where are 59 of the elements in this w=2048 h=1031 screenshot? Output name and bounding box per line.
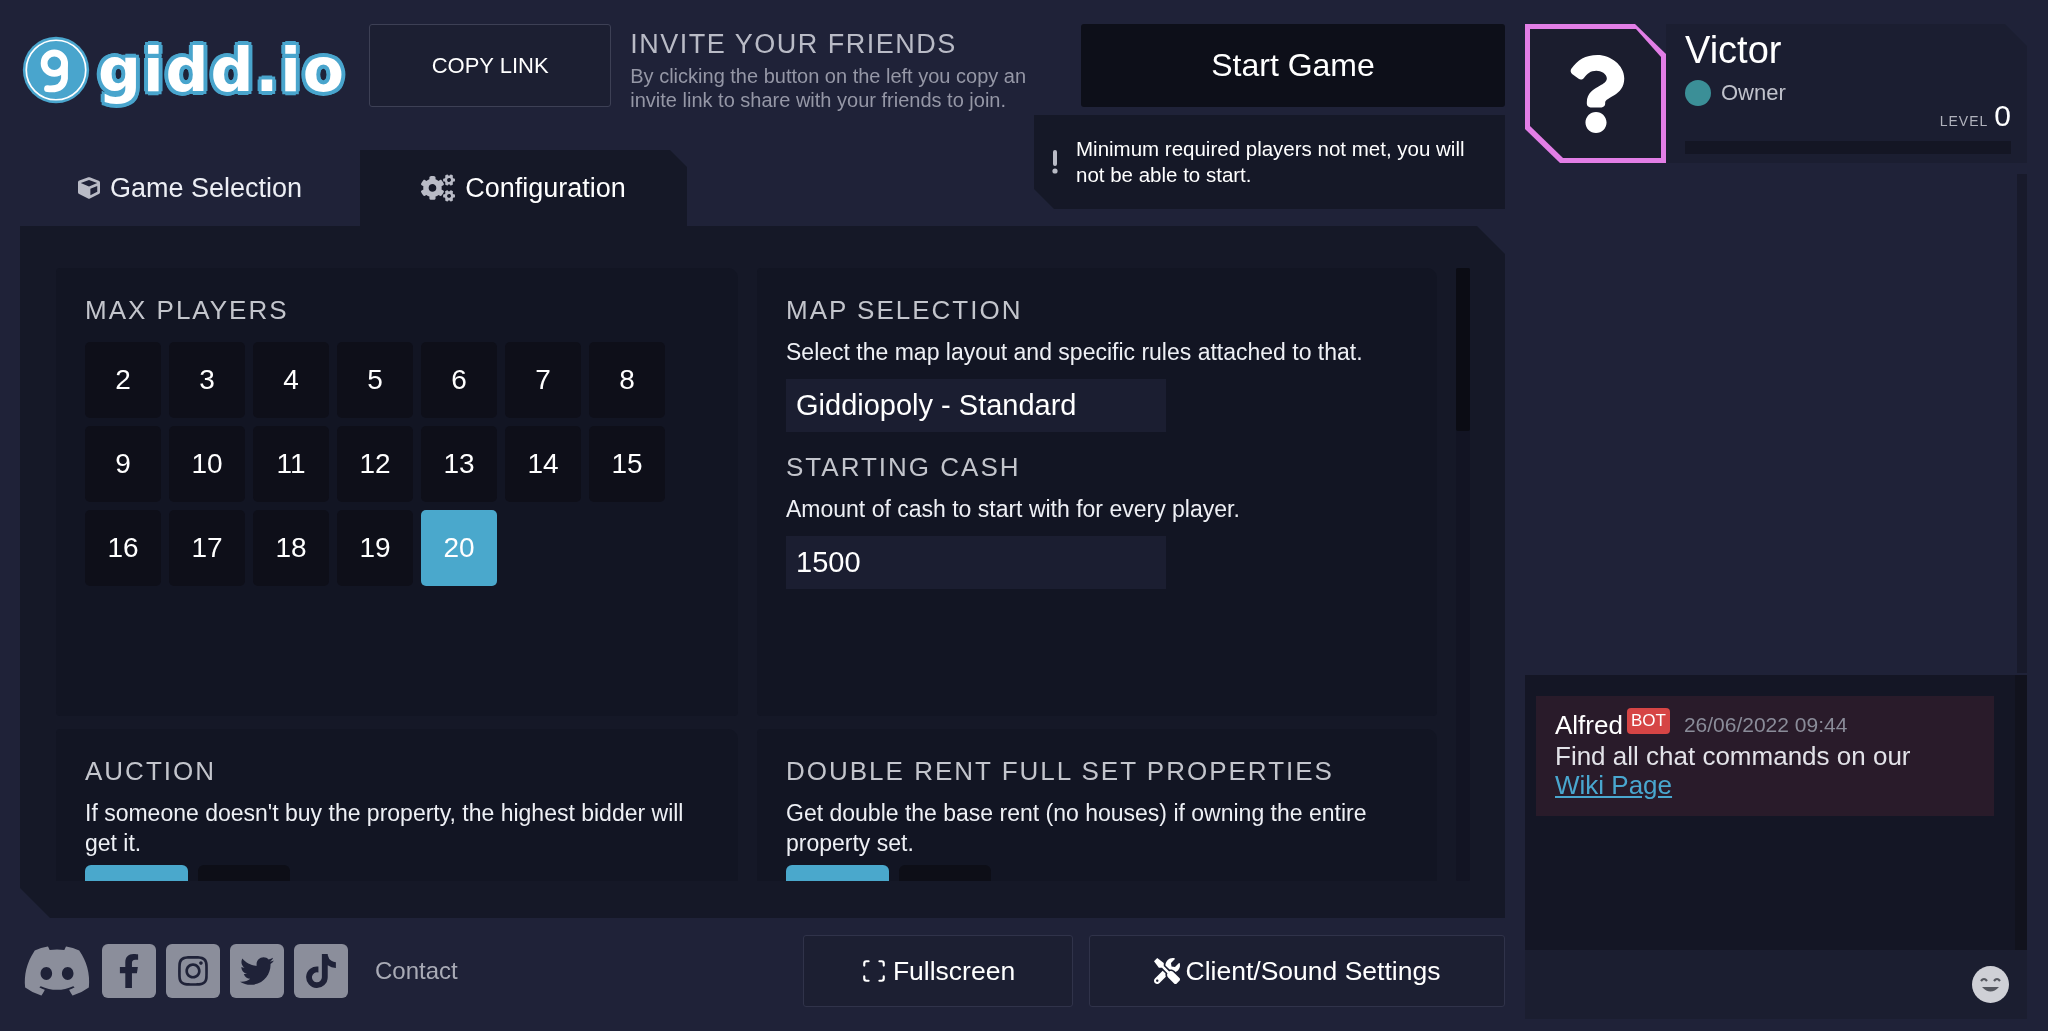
section-description: Get double the base rent (no houses) if owning the entire property set. — [786, 799, 1368, 858]
player-count-button[interactable]: 3 — [169, 342, 245, 418]
footer-button[interactable]: Fullscreen — [803, 935, 1073, 1007]
player-count-button[interactable]: 17 — [169, 510, 245, 586]
section-title: MAP SELECTION — [786, 295, 1023, 325]
section-description: Amount of cash to start with for every player. — [786, 495, 1240, 524]
player-count-button[interactable]: 15 — [589, 426, 665, 502]
start-game-button[interactable]: Start Game — [1081, 24, 1505, 107]
footer-button[interactable]: Client/Sound Settings — [1089, 935, 1505, 1007]
wrench-screwdriver-icon — [1153, 958, 1180, 984]
message-author: Alfred — [1555, 709, 1623, 741]
section-title: MAX PLAYERS — [85, 295, 289, 325]
player-count-button[interactable]: 7 — [505, 342, 581, 418]
player-count-button[interactable]: 14 — [505, 426, 581, 502]
player-count-button[interactable]: 9 — [85, 426, 161, 502]
tiktok-icon[interactable] — [294, 944, 348, 998]
player-count-button[interactable]: 4 — [253, 342, 329, 418]
facebook-icon[interactable] — [102, 944, 156, 998]
user-role: Owner — [1721, 80, 1786, 106]
section-description: Select the map layout and specific rules attached to that. — [786, 338, 1363, 367]
player-count-button[interactable]: 11 — [253, 426, 329, 502]
copy-link-button[interactable]: COPY LINK — [369, 24, 612, 107]
exclamation-icon — [1052, 150, 1058, 174]
invite-title: INVITE YOUR FRIENDS — [630, 28, 958, 60]
status-dot-icon — [1685, 80, 1711, 106]
player-count-button[interactable]: 16 — [85, 510, 161, 586]
invite-description: By clicking the button on the left you copy an invite link to share with your friends to join. — [630, 64, 1028, 112]
value-field[interactable]: 1500 — [786, 536, 1166, 589]
player-count-button[interactable]: 2 — [85, 342, 161, 418]
section-title: DOUBLE RENT FULL SET PROPERTIES — [786, 756, 1334, 786]
twitter-icon[interactable] — [230, 944, 284, 998]
player-count-button[interactable]: 12 — [337, 426, 413, 502]
section-description: If someone doesn't buy the property, the highest bidder will get it. — [85, 799, 685, 858]
bot-badge: BOT — [1626, 708, 1670, 734]
tab[interactable]: Configuration — [360, 150, 687, 226]
player-count-button[interactable]: 8 — [589, 342, 665, 418]
logo-text: gidd.io — [98, 34, 346, 107]
value-field[interactable]: Giddiopoly - Standard — [786, 379, 1166, 432]
message-time: 26/06/2022 09:44 — [1683, 713, 1848, 737]
cube-icon — [77, 177, 100, 199]
smiley-icon[interactable] — [1972, 966, 2009, 1003]
message-text: Find all chat commands on our Wiki Page — [1555, 742, 1912, 800]
warning-text: Minimum required players not met, you will not be able to start. — [1076, 136, 1466, 188]
contact-link[interactable]: Contact — [375, 957, 458, 985]
user-name: Victor — [1685, 30, 1782, 70]
section-title: STARTING CASH — [786, 452, 1021, 482]
level-label: LEVEL — [1939, 113, 1989, 129]
player-count-button[interactable]: 18 — [253, 510, 329, 586]
instagram-icon[interactable] — [166, 944, 220, 998]
chat-input-field[interactable] — [1525, 950, 2027, 1019]
wiki-link[interactable]: Wiki Page — [1555, 770, 1673, 800]
player-count-button[interactable]: 5 — [337, 342, 413, 418]
player-count-button[interactable]: 10 — [169, 426, 245, 502]
fullscreen-icon — [860, 958, 887, 984]
level-value: 0 — [1994, 100, 2011, 132]
player-count-button[interactable]: 19 — [337, 510, 413, 586]
section-title: AUCTION — [85, 756, 216, 786]
player-count-button[interactable]: 6 — [421, 342, 497, 418]
player-count-button[interactable]: 13 — [421, 426, 497, 502]
